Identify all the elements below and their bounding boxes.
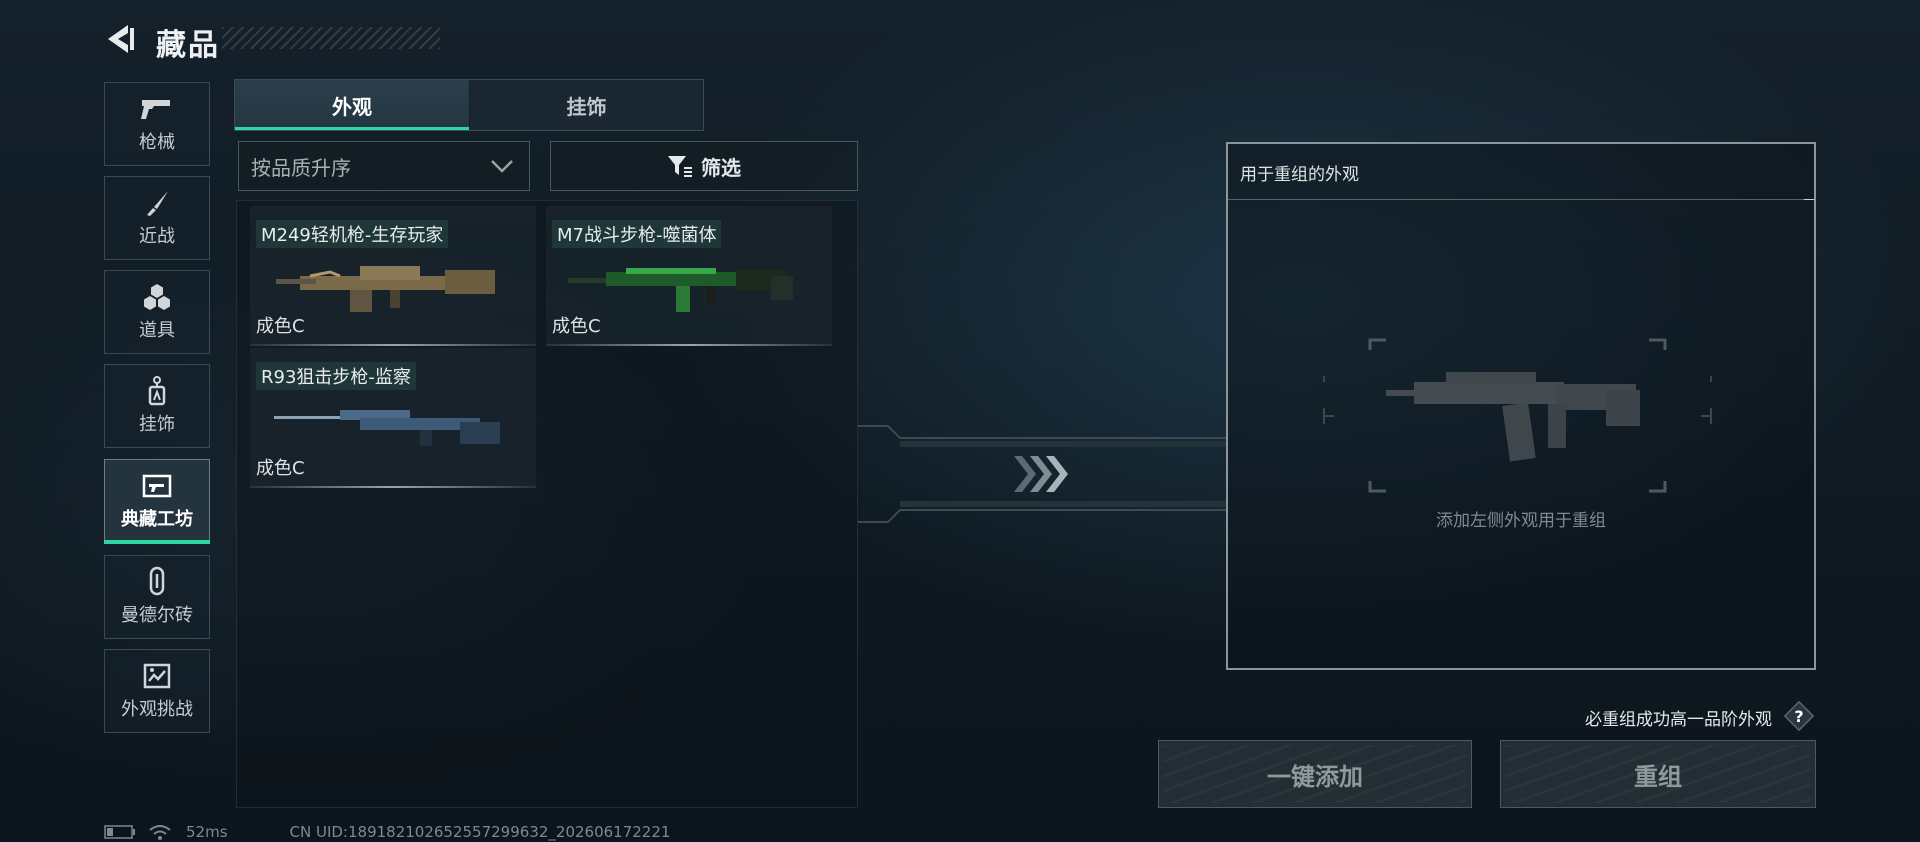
rifle-placeholder-icon (1386, 372, 1640, 462)
sidebar-item-firearms[interactable]: 枪械 (104, 82, 210, 166)
sidebar-item-label: 外观挑战 (121, 698, 193, 720)
sidebar-item-workshop[interactable]: 典藏工坊 (104, 459, 210, 544)
sidebar-item-label: 近战 (139, 225, 175, 247)
filter-icon (668, 156, 692, 177)
skin-card-m249[interactable]: M249轻机枪-生存玩家 成色C (250, 206, 536, 346)
page-title: 藏品 (156, 28, 220, 63)
skin-condition: 成色C (256, 458, 305, 479)
sidebar-item-items[interactable]: 道具 (104, 270, 210, 354)
one-click-add-label: 一键添加 (1267, 762, 1363, 791)
skin-card-r93[interactable]: R93狙击步枪-监察 成色C (250, 348, 536, 488)
recombine-hint: 添加左侧外观用于重组 (1436, 511, 1606, 531)
sidebar-item-melee[interactable]: 近战 (104, 176, 210, 260)
help-icon[interactable]: ? (1784, 701, 1814, 731)
sort-dropdown[interactable]: 按品质升序 (238, 141, 530, 191)
sort-value: 按品质升序 (251, 155, 351, 180)
skin-name: M249轻机枪-生存玩家 (256, 220, 449, 248)
recombine-panel-title: 用于重组的外观 (1228, 144, 1814, 200)
svg-text:?: ? (1794, 707, 1803, 726)
sidebar-item-charms[interactable]: 挂饰 (104, 364, 210, 448)
sidebar-item-label: 道具 (139, 319, 175, 341)
pistol-icon (140, 95, 174, 123)
workshop-icon (140, 472, 174, 500)
user-uid: CN UID:18918210265255729963​2_2026061722… (289, 823, 671, 841)
battery-icon (104, 825, 135, 839)
one-click-add-button[interactable]: 一键添加 (1158, 740, 1472, 808)
skin-name: R93狙击步枪-监察 (256, 362, 416, 390)
wifi-icon (149, 825, 171, 840)
recombine-label: 重组 (1634, 762, 1682, 791)
sidebar-item-mandel-brick[interactable]: 曼德尔砖 (104, 555, 210, 639)
recombine-button[interactable]: 重组 (1500, 740, 1816, 808)
chevron-down-icon (491, 160, 513, 173)
sidebar-item-label: 挂饰 (139, 413, 175, 435)
filter-label: 筛选 (701, 155, 741, 180)
guarantee-text: 必重组成功高一品阶外观 (1585, 710, 1772, 730)
skin-card-m7[interactable]: M7战斗步枪-噬菌体 成色C (546, 206, 832, 346)
sidebar-item-label: 曼德尔砖 (121, 604, 193, 626)
r93-gun-image (274, 410, 500, 446)
m249-gun-image (276, 266, 495, 312)
status-bar: 52ms CN UID:18918210265255729963​2_20260… (104, 823, 670, 841)
chevron-right-icon (1014, 456, 1068, 492)
brick-icon (140, 566, 174, 596)
title-decoration (222, 27, 440, 49)
skin-condition: 成色C (552, 316, 601, 337)
back-arrow-icon[interactable] (102, 22, 138, 56)
sidebar-item-label: 典藏工坊 (121, 508, 193, 530)
tab-charms[interactable]: 挂饰 (470, 80, 703, 130)
tab-appearance[interactable]: 外观 (235, 80, 469, 130)
m7-gun-image (568, 268, 793, 312)
knife-icon (140, 189, 174, 217)
skin-condition: 成色C (256, 316, 305, 337)
challenge-icon (140, 662, 174, 690)
skin-name: M7战斗步枪-噬菌体 (552, 220, 722, 248)
grenade-icon (140, 283, 174, 311)
ping-value: 52ms (186, 823, 228, 841)
sidebar-item-skin-challenge[interactable]: 外观挑战 (104, 649, 210, 733)
sidebar-item-label: 枪械 (139, 131, 175, 153)
charm-icon (140, 375, 174, 405)
filter-button[interactable]: 筛选 (550, 141, 858, 191)
